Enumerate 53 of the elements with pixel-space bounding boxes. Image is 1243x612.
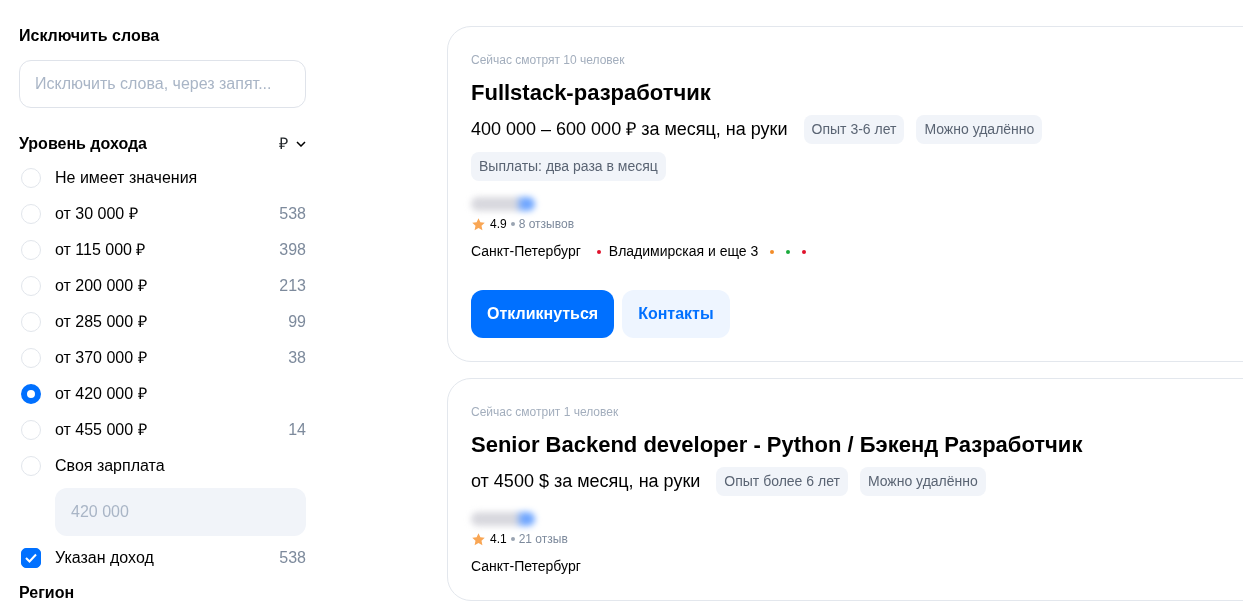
- salary: от 4500 $ за месяц, на руки: [471, 470, 701, 493]
- option-label[interactable]: от 30 000 ₽: [55, 202, 138, 226]
- option-count: 213: [279, 276, 306, 296]
- tag: Можно удалённо: [916, 115, 1043, 144]
- option-label[interactable]: от 115 000 ₽: [55, 238, 146, 262]
- option-count: 14: [288, 420, 306, 440]
- viewers-count: Сейчас смотрят 10 человек: [471, 52, 626, 69]
- option-label[interactable]: от 370 000 ₽: [55, 346, 147, 370]
- option-label[interactable]: от 455 000 ₽: [55, 418, 147, 442]
- vacancy-title[interactable]: Fullstack-разработчик: [471, 79, 1243, 107]
- option-label[interactable]: Указан доход: [55, 546, 154, 570]
- section-title: Уровень дохода: [19, 134, 147, 154]
- metro-station: Владимирская и еще 3: [608, 242, 759, 261]
- city-name: Санкт-Петербург: [471, 242, 581, 261]
- reviews-count[interactable]: 21 отзыв: [518, 530, 568, 548]
- option-label[interactable]: от 420 000 ₽: [55, 382, 147, 406]
- city-name: Санкт-Петербург: [471, 557, 581, 576]
- option-count: 538: [279, 204, 306, 224]
- star-icon: [471, 216, 486, 232]
- star-icon: [471, 531, 486, 547]
- option-label[interactable]: от 285 000 ₽: [55, 310, 147, 334]
- salary: 400 000 – 600 000 ₽ за месяц, на руки: [471, 118, 788, 141]
- option-label[interactable]: Своя зарплата: [55, 454, 165, 478]
- separator-dot: [510, 222, 515, 226]
- radio-button[interactable]: [21, 384, 41, 404]
- tag: Опыт 3-6 лет: [803, 115, 905, 144]
- checkmark-icon: [25, 553, 37, 563]
- exclude-words-field[interactable]: Исключить слова, через запят...: [19, 60, 306, 108]
- option-label[interactable]: от 200 000 ₽: [55, 274, 147, 298]
- rating-value: 4.9: [490, 216, 507, 233]
- blurred-company-name: [471, 197, 535, 211]
- contacts-button[interactable]: Контакты: [622, 290, 730, 338]
- section-title: Исключить слова: [19, 26, 161, 46]
- vacancy-title[interactable]: Senior Backend developer - Python / Бэкенд Разработчик: [471, 431, 1243, 459]
- blurred-company-name: [471, 512, 535, 526]
- caret-icon: [296, 141, 306, 147]
- tag: Можно удалённо: [859, 467, 986, 496]
- reviews-count[interactable]: 8 отзывов: [518, 215, 575, 233]
- option-label[interactable]: Не имеет значения: [55, 166, 198, 190]
- tag: Выплаты: два раза в месяц: [471, 152, 666, 181]
- option-count: 38: [288, 348, 306, 368]
- option-count: 99: [288, 312, 306, 332]
- section-title: Регион: [19, 584, 76, 602]
- option-count: 538: [279, 548, 306, 568]
- currency-dropdown[interactable]: ₽: [279, 132, 306, 156]
- tag: Опыт более 6 лет: [716, 467, 848, 496]
- checkbox[interactable]: [21, 548, 41, 568]
- viewers-count: Сейчас смотрит 1 человек: [471, 404, 620, 421]
- salary-field[interactable]: 420 000: [55, 488, 306, 536]
- option-count: 398: [279, 240, 306, 260]
- separator-dot: [510, 537, 515, 541]
- respond-button[interactable]: Откликнуться: [471, 290, 615, 338]
- rating-value: 4.1: [490, 531, 507, 548]
